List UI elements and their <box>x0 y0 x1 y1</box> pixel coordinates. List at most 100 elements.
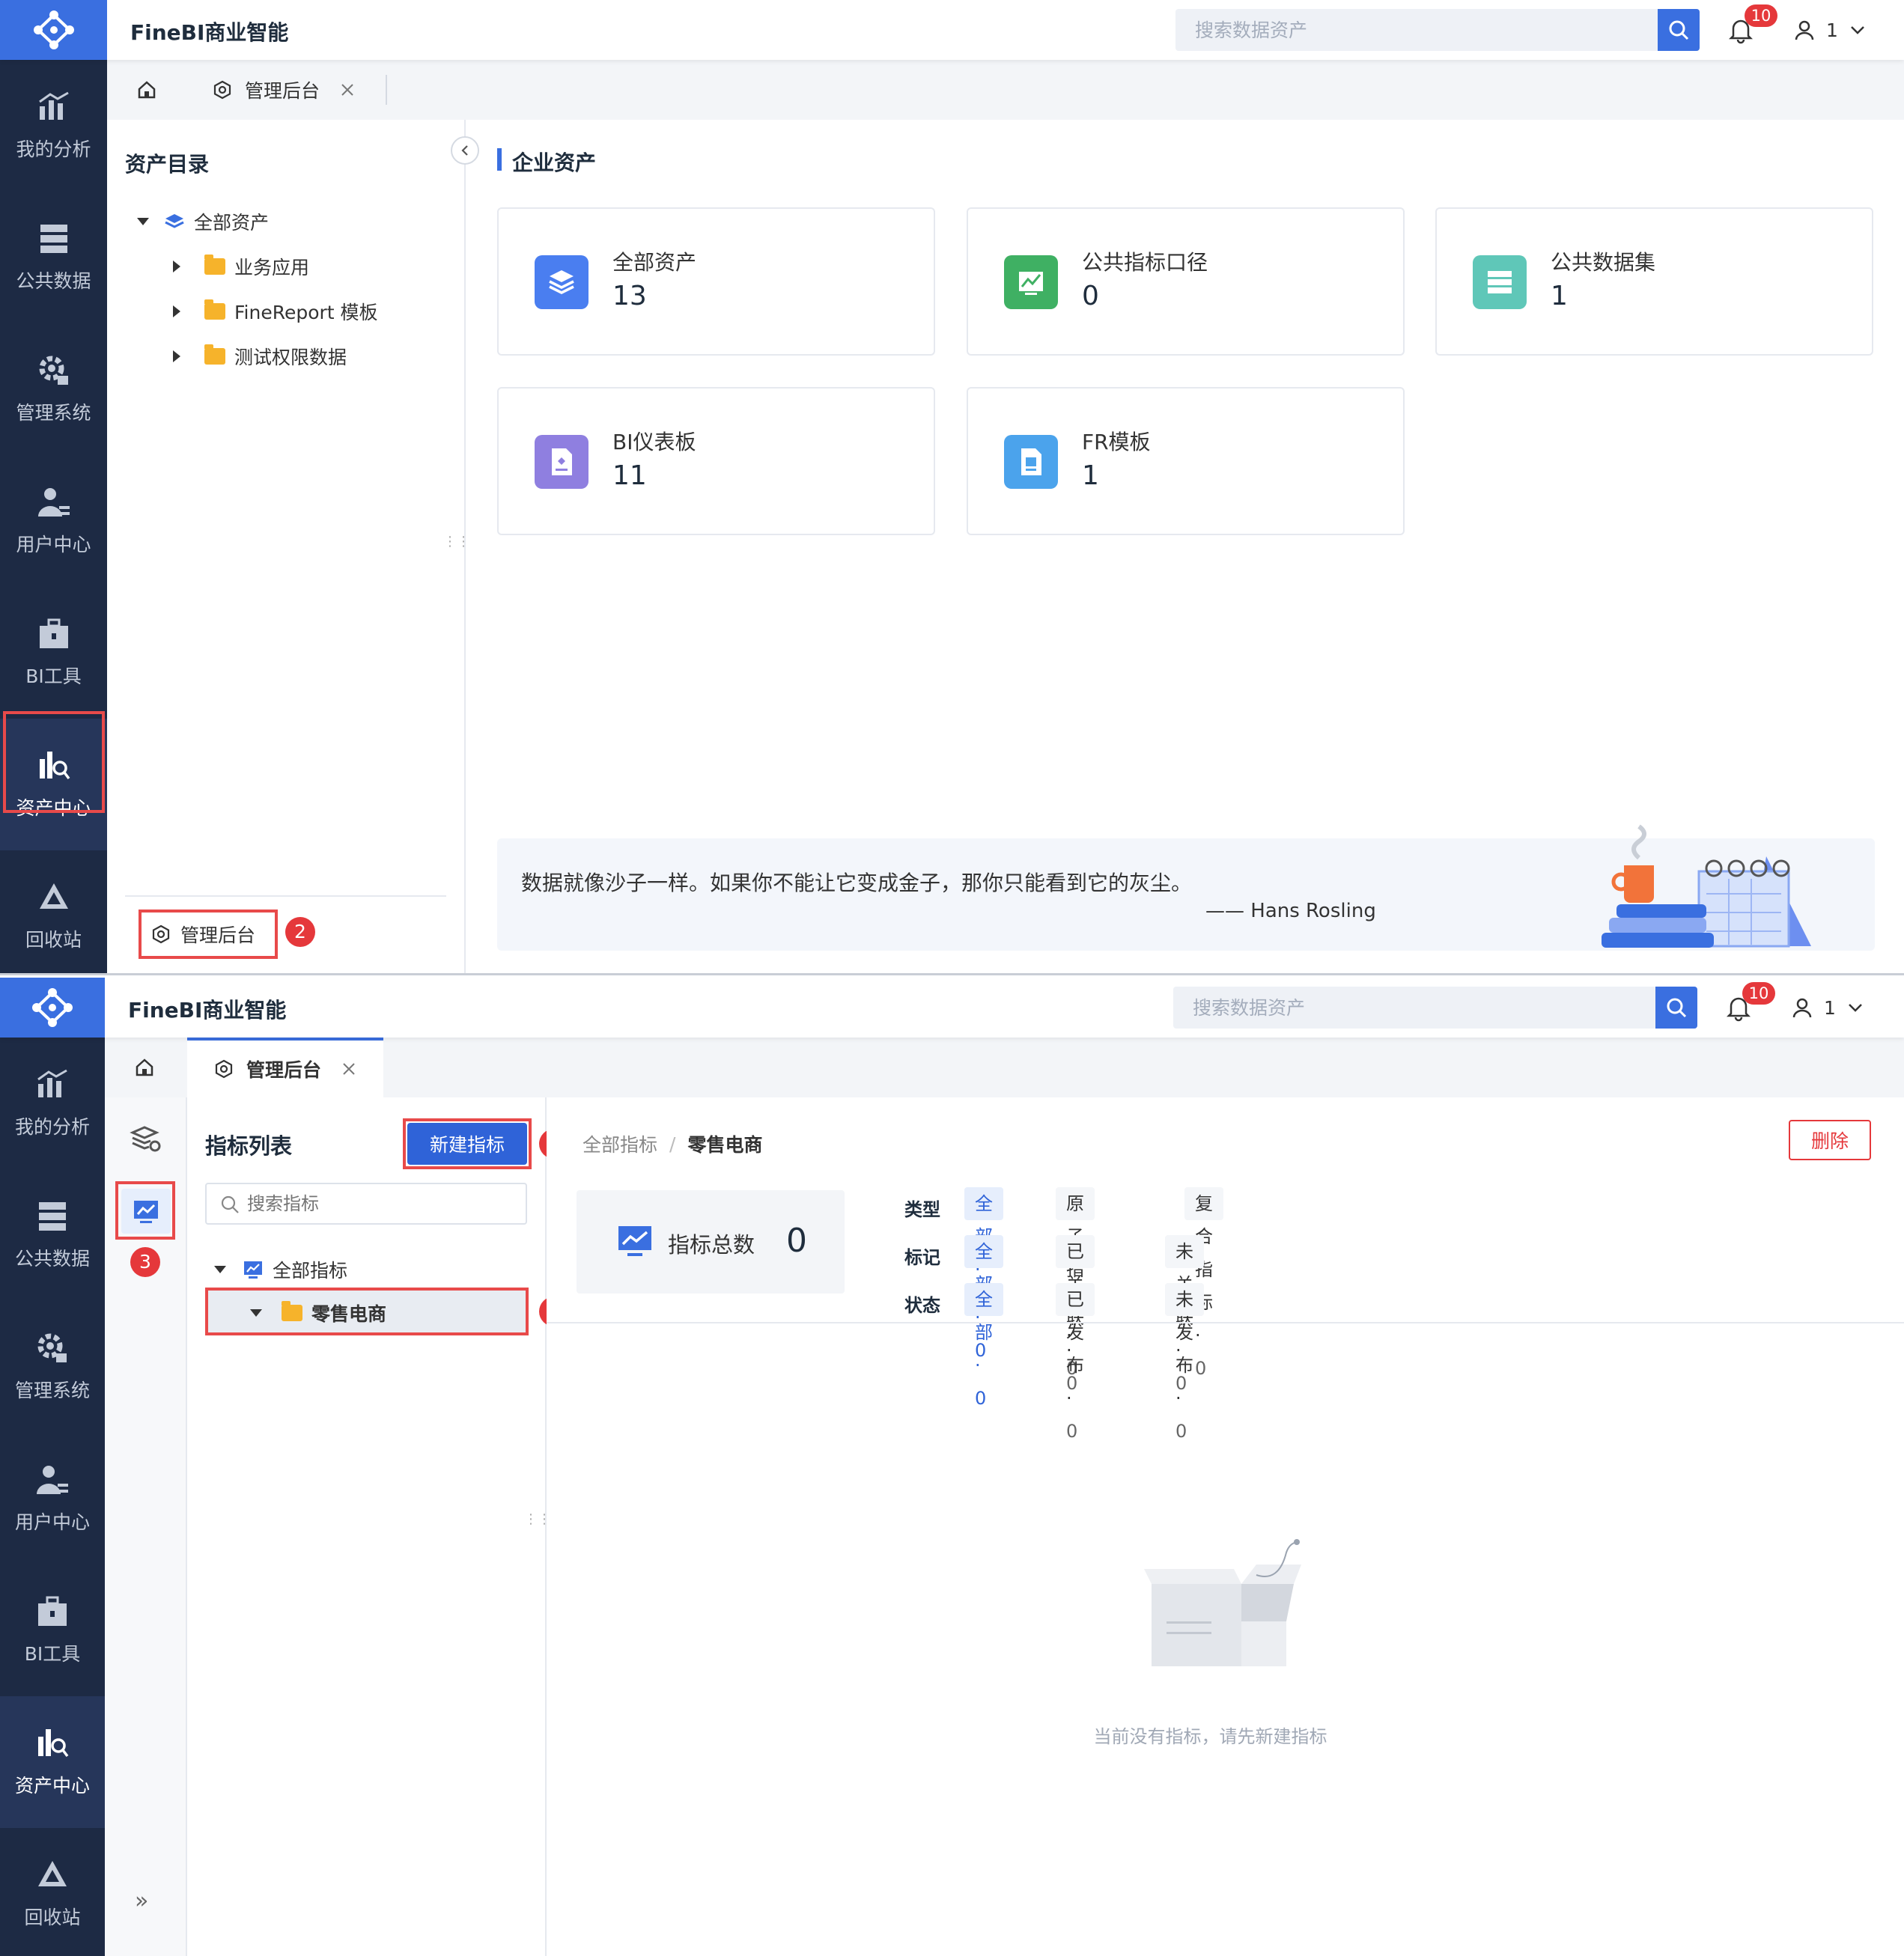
asset-catalog-panel: 资产目录 全部资产 业务应用 FineReport 模板 测试权限数据 管理后台… <box>107 120 479 973</box>
calendar-illustration <box>1602 824 1811 948</box>
tree-node-finereport-templates[interactable]: FineReport 模板 <box>173 298 378 325</box>
collapse-arrow-icon <box>137 218 149 225</box>
database-icon <box>40 225 67 253</box>
chip-type-atomic[interactable]: 原子指标 · 0 <box>1056 1187 1095 1379</box>
tab-admin[interactable]: 管理后台 <box>187 1038 383 1097</box>
tree-node-all-metrics[interactable]: 全部指标 <box>214 1256 347 1283</box>
card-label: FR模板 <box>1082 430 1151 454</box>
tree-label: 全部指标 <box>273 1260 348 1282</box>
user-icon <box>1795 20 1814 40</box>
nav-item-public-data[interactable]: 公共数据 <box>0 192 107 323</box>
asset-card-all[interactable]: 全部资产 13 <box>497 207 935 356</box>
tab-bar: 管理后台 <box>107 60 1904 120</box>
nav-item-public-data[interactable]: 公共数据 <box>0 1169 105 1301</box>
nav-item-management[interactable]: 管理系统 <box>0 323 107 455</box>
nav-label: 回收站 <box>25 929 82 951</box>
tree-node-business-apps[interactable]: 业务应用 <box>173 253 309 280</box>
expand-arrow-icon <box>173 350 180 362</box>
nav-item-recycle-bin[interactable]: 回收站 <box>0 850 107 973</box>
highlight-asset-center <box>3 711 105 813</box>
highlight-retail-folder <box>205 1288 529 1335</box>
search-button[interactable] <box>1658 9 1700 51</box>
search-button[interactable] <box>1655 987 1697 1029</box>
asset-card-bi-dashboards[interactable]: BI仪表板 11 <box>497 387 935 535</box>
app-logo[interactable] <box>0 0 107 60</box>
collapse-panel-button[interactable] <box>451 136 479 165</box>
notification-badge: 10 <box>1742 982 1775 1005</box>
folder-icon <box>204 344 225 365</box>
asset-search-input[interactable] <box>1173 987 1652 1029</box>
breadcrumb-item[interactable]: 全部指标 <box>583 1130 657 1157</box>
tab-divider <box>386 75 387 105</box>
close-icon[interactable] <box>339 82 356 98</box>
quote-author: —— Hans Rosling <box>1205 900 1376 922</box>
chevron-left-icon <box>461 145 468 156</box>
highlight-admin-link <box>139 910 278 959</box>
nav-item-management[interactable]: 管理系统 <box>0 1301 105 1433</box>
nav-item-asset-center[interactable]: 资产中心 <box>0 1696 105 1828</box>
chip-mark-all[interactable]: 全部 · 0 <box>964 1235 1003 1361</box>
chip-mark-unlinked[interactable]: 未关联 · 0 <box>1165 1235 1204 1394</box>
nav-item-user-center[interactable]: 用户中心 <box>0 1433 105 1565</box>
card-label: 全部资产 <box>612 250 697 275</box>
nav-item-bi-tools[interactable]: BI工具 <box>0 1565 105 1696</box>
screenshot-asset-center: FineBI商业智能 10 1 我的分析 公共数据 管理系统 <box>0 0 1904 975</box>
folder-icon <box>204 299 225 320</box>
nav-item-user-center[interactable]: 用户中心 <box>0 455 107 587</box>
nav-item-my-analysis[interactable]: 我的分析 <box>0 60 107 192</box>
nav-label: 回收站 <box>24 1907 81 1928</box>
tab-home[interactable] <box>107 60 186 120</box>
tab-admin[interactable]: 管理后台 <box>212 60 356 120</box>
nav-item-my-analysis[interactable]: 我的分析 <box>0 1038 105 1169</box>
app-logo[interactable] <box>0 978 105 1038</box>
dataset-layers-button[interactable] <box>130 1123 162 1159</box>
gear-icon <box>37 1333 67 1362</box>
metric-search-input[interactable] <box>247 1189 517 1219</box>
asset-card-public-metrics[interactable]: 公共指标口径 0 <box>967 207 1405 356</box>
user-menu[interactable]: 1 <box>1793 15 1867 45</box>
user-name: 1 <box>1824 996 1836 1019</box>
analysis-icon <box>38 91 69 120</box>
asset-search-icon <box>38 1729 69 1758</box>
metrics-detail: 全部指标 / 零售电商 删除 指标总数 0 类型 全部 · 0 原子指标 · 0… <box>547 1097 1904 1956</box>
settings-icon <box>215 1059 233 1079</box>
asset-type-rail: 3 » <box>105 1097 187 1956</box>
folder-icon <box>204 255 225 275</box>
dashboard-doc-icon <box>535 435 588 489</box>
nav-item-recycle-bin[interactable]: 回收站 <box>0 1828 105 1956</box>
delete-button[interactable]: 删除 <box>1789 1120 1871 1160</box>
divider <box>547 1322 1904 1323</box>
tree-node-all-assets[interactable]: 全部资产 <box>137 208 269 235</box>
breadcrumb-separator: / <box>669 1133 676 1155</box>
asset-card-fr-templates[interactable]: FR模板 1 <box>967 387 1405 535</box>
side-nav: 我的分析 公共数据 管理系统 用户中心 BI工具 资产中心 回收站 <box>0 60 107 973</box>
chip-type-all[interactable]: 全部 · 0 <box>964 1187 1003 1313</box>
step-marker-2: 2 <box>285 917 315 947</box>
user-menu[interactable]: 1 <box>1791 993 1864 1023</box>
expand-rail-icon[interactable]: » <box>135 1888 148 1914</box>
nav-label: 管理系统 <box>16 402 91 424</box>
user-icon <box>37 1466 68 1494</box>
tab-home[interactable] <box>105 1038 183 1097</box>
metric-total-card: 指标总数 0 <box>577 1190 845 1294</box>
total-value: 0 <box>786 1222 807 1260</box>
card-label: 公共数据集 <box>1551 250 1656 275</box>
nav-label: 管理系统 <box>14 1380 90 1401</box>
filter-label-type: 类型 <box>904 1199 940 1220</box>
close-icon[interactable] <box>341 1061 357 1077</box>
chip-mark-linked[interactable]: 已关联 · 0 <box>1056 1235 1095 1394</box>
search-icon <box>1669 20 1689 40</box>
nav-item-bi-tools[interactable]: BI工具 <box>0 587 107 719</box>
layers-icon <box>165 214 184 228</box>
top-bar: FineBI商业智能 10 1 <box>0 978 1904 1038</box>
resize-handle[interactable]: ⋮⋮ <box>443 535 470 549</box>
asset-card-public-datasets[interactable]: 公共数据集 1 <box>1435 207 1873 356</box>
chip-status-published[interactable]: 已发布 · 0 <box>1056 1283 1095 1442</box>
database-icon <box>39 1202 66 1231</box>
chip-type-composite[interactable]: 复合指标 · 0 <box>1184 1187 1223 1379</box>
section-title: 企业资产 <box>512 150 597 175</box>
chip-status-unpublished[interactable]: 未发布 · 0 <box>1165 1283 1204 1442</box>
chip-status-all[interactable]: 全部 · 0 <box>964 1283 1003 1409</box>
tree-node-permission-test-data[interactable]: 测试权限数据 <box>173 343 347 370</box>
asset-search-input[interactable] <box>1175 9 1655 51</box>
